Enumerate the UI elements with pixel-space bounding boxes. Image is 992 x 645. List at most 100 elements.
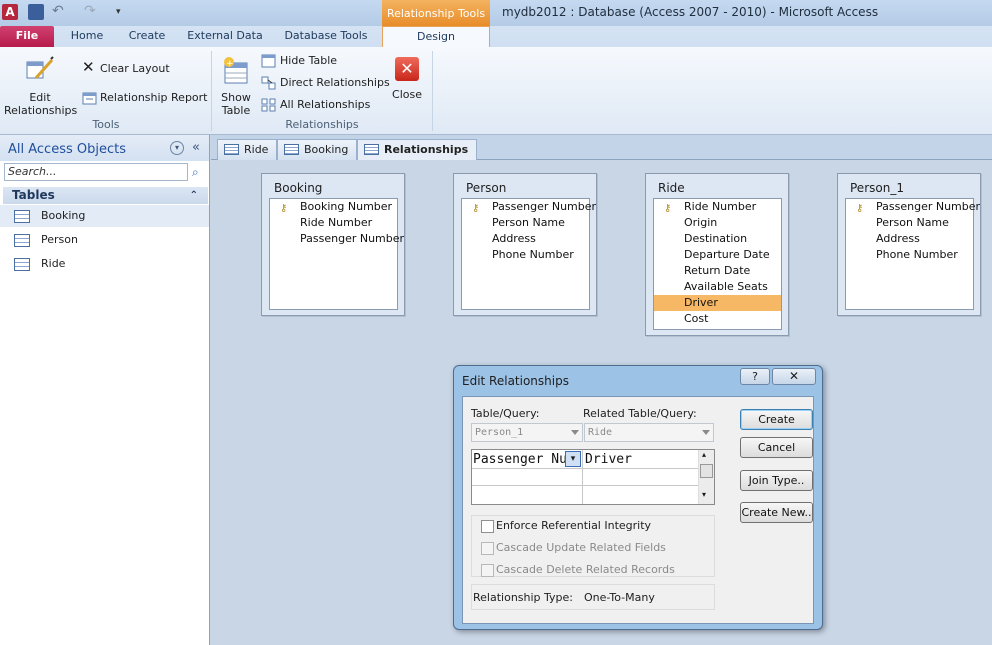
edit-relationships-label-2: Relationships — [4, 104, 78, 117]
title-bar: A ↶ ↷ ▾ Relationship Tools mydb2012 : Da… — [0, 0, 992, 26]
field-label: Person Name — [492, 216, 565, 229]
table-box-person[interactable]: Person ⚷ Passenger Number Person Name Add… — [453, 173, 597, 316]
field-item[interactable]: ⚷ Booking Number — [270, 199, 392, 215]
right-field-cell[interactable]: Driver — [585, 451, 695, 469]
related-table-query-label: Related Table/Query: — [583, 407, 697, 420]
tables-section-label: Tables — [12, 188, 55, 202]
table-box-person-1[interactable]: Person_1 ⚷ Passenger Number Person Name A… — [837, 173, 981, 316]
table-query-select[interactable]: Person_1 — [471, 423, 583, 442]
field-list: ⚷ Ride Number Origin Destination Departur… — [653, 198, 782, 330]
all-relationships-icon — [261, 98, 276, 112]
field-label: Ride Number — [684, 200, 757, 213]
table-box-booking[interactable]: Booking ⚷ Booking Number Ride Number Pass… — [261, 173, 405, 316]
create-new-button[interactable]: Create New.. — [740, 502, 813, 523]
join-type-button[interactable]: Join Type.. — [740, 470, 813, 491]
collapse-nav-icon[interactable]: « — [192, 140, 200, 155]
nav-item-label: Booking — [41, 209, 86, 222]
relationship-type-box: Relationship Type: One-To-Many — [471, 584, 715, 610]
dialog-close-icon[interactable]: ✕ — [772, 368, 816, 385]
customize-qat-icon[interactable]: ▾ — [116, 4, 132, 20]
doc-tab-label: Booking — [304, 143, 349, 156]
direct-relationships-icon — [261, 76, 276, 90]
field-mapping-grid[interactable]: Passenger Nu ▾ Driver ▴ ▾ — [471, 449, 715, 505]
redo-icon[interactable]: ↷ — [84, 4, 100, 20]
svg-text:+: + — [226, 59, 234, 69]
field-item[interactable]: ⚷ Passenger Number — [462, 199, 596, 215]
field-item[interactable]: Person Name — [846, 215, 949, 231]
tables-section-header[interactable]: Tables ⌃ — [3, 187, 208, 204]
field-list: ⚷ Booking Number Ride Number Passenger Nu… — [269, 198, 404, 310]
field-item[interactable]: Address — [462, 231, 536, 247]
access-logo-icon[interactable]: A — [2, 4, 18, 20]
scroll-up-icon[interactable]: ▴ — [702, 450, 706, 459]
ribbon-separator — [432, 51, 433, 131]
field-item[interactable]: ⚷ Passenger Number — [846, 199, 980, 215]
tab-create[interactable]: Create — [122, 26, 172, 48]
scroll-down-icon[interactable]: ▾ — [702, 490, 706, 499]
grid-scrollbar[interactable]: ▴ ▾ — [698, 450, 714, 504]
scroll-thumb[interactable] — [700, 464, 713, 478]
nav-item-booking[interactable]: Booking — [0, 205, 209, 227]
cascade-update-label: Cascade Update Related Fields — [496, 541, 666, 554]
cascade-update-checkbox[interactable] — [481, 542, 494, 555]
cascade-delete-checkbox[interactable] — [481, 564, 494, 577]
related-table-select[interactable]: Ride — [584, 423, 714, 442]
nav-menu-chevron-icon[interactable]: ▾ — [170, 141, 184, 155]
field-label: Return Date — [684, 264, 751, 277]
field-item[interactable]: Person Name — [462, 215, 565, 231]
doc-tab-booking[interactable]: Booking — [277, 139, 358, 160]
window-title: mydb2012 : Database (Access 2007 - 2010)… — [502, 5, 879, 19]
field-item[interactable]: Departure Date — [654, 247, 781, 263]
edit-relationships-button[interactable]: Edit Relationships — [4, 51, 78, 117]
field-item[interactable]: Available Seats — [654, 279, 781, 295]
field-item[interactable]: Origin — [654, 215, 781, 231]
field-item[interactable]: Address — [846, 231, 920, 247]
undo-icon[interactable]: ↶ — [52, 4, 68, 20]
show-table-button[interactable]: + Show Table — [216, 51, 256, 117]
search-input[interactable]: Search... — [4, 163, 188, 181]
field-item[interactable]: Phone Number — [846, 247, 958, 263]
close-button[interactable]: ✕ Close — [390, 55, 424, 115]
enforce-integrity-checkbox[interactable] — [481, 520, 494, 533]
tab-external-data[interactable]: External Data — [186, 26, 264, 48]
save-icon[interactable] — [28, 4, 44, 20]
search-icon[interactable]: ⌕ — [192, 165, 199, 180]
create-button[interactable]: Create — [740, 409, 813, 430]
relationship-type-value: One-To-Many — [584, 591, 655, 604]
field-item[interactable]: Phone Number — [462, 247, 574, 263]
field-label: Phone Number — [876, 248, 958, 261]
help-button[interactable]: ? — [740, 368, 770, 385]
cancel-button[interactable]: Cancel — [740, 437, 813, 458]
doc-tab-ride[interactable]: Ride — [217, 139, 278, 160]
table-icon — [284, 144, 299, 155]
nav-item-person[interactable]: Person — [0, 229, 209, 251]
field-label: Person Name — [876, 216, 949, 229]
tab-database-tools[interactable]: Database Tools — [280, 26, 372, 48]
field-item[interactable]: Ride Number — [270, 215, 372, 231]
tab-file[interactable]: File — [0, 26, 54, 48]
tab-design[interactable]: Design — [382, 26, 490, 48]
field-list: ⚷ Passenger Number Person Name Address Ph… — [845, 198, 980, 310]
tab-home[interactable]: Home — [64, 26, 110, 48]
field-item-selected[interactable]: Driver — [654, 295, 781, 311]
chevron-down-icon — [702, 430, 710, 435]
field-item[interactable]: ⚷ Ride Number — [654, 199, 781, 215]
left-field-cell[interactable]: Passenger Nu — [473, 451, 565, 469]
doc-tab-relationships[interactable]: Relationships — [357, 139, 478, 160]
field-item[interactable]: Return Date — [654, 263, 781, 279]
field-label: Driver — [684, 296, 718, 309]
field-item[interactable]: Destination — [654, 231, 781, 247]
nav-item-ride[interactable]: Ride — [0, 253, 209, 275]
field-label: Departure Date — [684, 248, 770, 261]
table-icon — [14, 234, 30, 247]
nav-header[interactable]: All Access Objects ▾ « — [0, 135, 209, 161]
collapse-section-icon[interactable]: ⌃ — [190, 187, 198, 204]
table-box-title: Booking — [274, 181, 323, 195]
field-item[interactable]: Cost — [654, 311, 781, 327]
field-item[interactable]: Passenger Number — [270, 231, 404, 247]
field-dropdown-chevron-icon[interactable]: ▾ — [565, 451, 581, 467]
table-box-ride[interactable]: Ride ⚷ Ride Number Origin Destination Dep… — [645, 173, 789, 336]
table-icon — [14, 258, 30, 271]
document-tabs: Ride Booking Relationships — [211, 135, 992, 160]
primary-key-icon: ⚷ — [856, 203, 864, 214]
